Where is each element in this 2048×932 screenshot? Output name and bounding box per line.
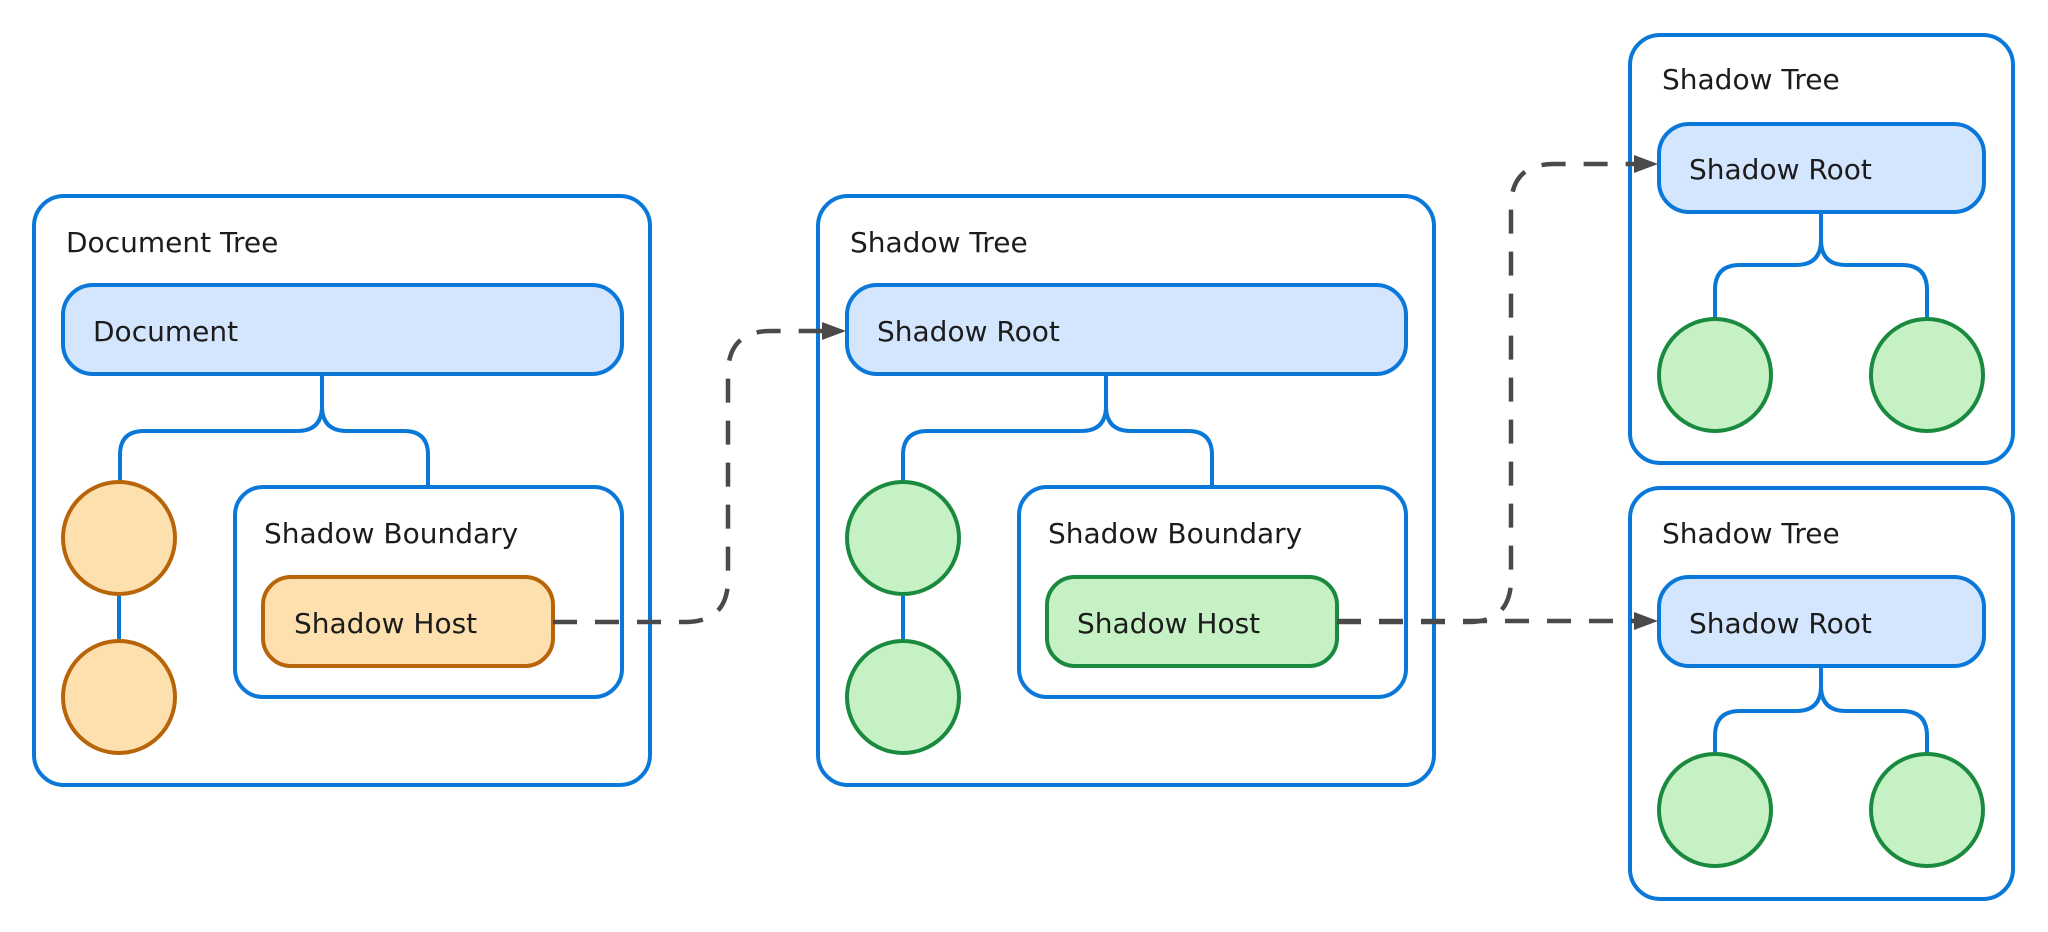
shadow-dom-diagram: Document Tree Document Shadow Boundary S… bbox=[32, 33, 2015, 901]
shadow-root-top-right-label: Shadow Root bbox=[1689, 153, 1872, 186]
document-child-node bbox=[61, 480, 177, 596]
shadow-root-bottom-right-label: Shadow Root bbox=[1689, 607, 1872, 640]
document-shadow-host-label: Shadow Host bbox=[294, 607, 477, 640]
shadow-tree-middle-title: Shadow Tree bbox=[850, 226, 1028, 259]
shadow-middle-host-label: Shadow Host bbox=[1077, 607, 1260, 640]
document-tree-title: Document Tree bbox=[66, 226, 278, 259]
document-tree-panel: Document Tree Document Shadow Boundary S… bbox=[32, 194, 652, 787]
shadow-top-right-child-node bbox=[1869, 317, 1985, 433]
document-child-node bbox=[61, 639, 177, 755]
shadow-tree-bottom-right-title: Shadow Tree bbox=[1662, 517, 1840, 550]
document-node-label: Document bbox=[93, 315, 238, 348]
shadow-top-right-child-node bbox=[1657, 317, 1773, 433]
shadow-bottom-right-child-node bbox=[1657, 752, 1773, 868]
shadow-tree-top-right-title: Shadow Tree bbox=[1662, 63, 1840, 96]
shadow-bottom-right-child-node bbox=[1869, 752, 1985, 868]
shadow-middle-child-node bbox=[845, 639, 961, 755]
shadow-middle-child-node bbox=[845, 480, 961, 596]
document-shadow-boundary-label: Shadow Boundary bbox=[264, 517, 518, 550]
shadow-tree-middle-panel: Shadow Tree Shadow Root Shadow Boundary … bbox=[816, 194, 1436, 787]
shadow-middle-boundary-label: Shadow Boundary bbox=[1048, 517, 1302, 550]
shadow-tree-top-right-panel: Shadow Tree Shadow Root bbox=[1628, 33, 2015, 465]
shadow-root-middle-label: Shadow Root bbox=[877, 315, 1060, 348]
shadow-tree-bottom-right-panel: Shadow Tree Shadow Root bbox=[1628, 486, 2015, 901]
